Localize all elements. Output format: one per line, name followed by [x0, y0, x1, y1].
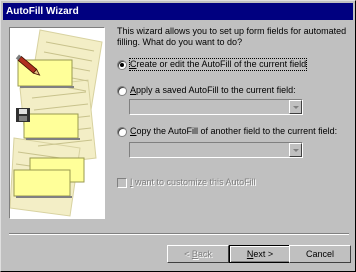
- saved-autofill-dropdown[interactable]: [129, 99, 303, 115]
- note-2: [23, 113, 79, 139]
- intro-text: This wizard allows you to set up form fi…: [117, 26, 347, 47]
- note-4: [13, 169, 71, 197]
- radio-copy-field[interactable]: [117, 127, 127, 137]
- title-bar[interactable]: AutoFill Wizard: [3, 3, 353, 20]
- next-button[interactable]: Next >: [229, 245, 291, 263]
- floppy-disk-icon: [16, 108, 30, 122]
- radio-apply-saved[interactable]: [117, 86, 127, 96]
- option-copy-field-label[interactable]: Copy the AutoFill of another field to th…: [130, 126, 337, 137]
- button-separator: [9, 233, 349, 235]
- dropdown-arrow-button[interactable]: [289, 143, 302, 157]
- cancel-button[interactable]: Cancel: [289, 245, 351, 263]
- window-title: AutoFill Wizard: [6, 6, 79, 17]
- chevron-down-icon: [293, 149, 299, 152]
- radio-create-edit[interactable]: [117, 60, 127, 70]
- autofill-wizard-window: AutoFill Wizard This wizard allows you t…: [0, 0, 356, 272]
- source-field-dropdown[interactable]: [129, 142, 303, 158]
- wizard-illustration: [9, 27, 105, 219]
- option-apply-saved-label[interactable]: Apply a saved AutoFill to the current fi…: [130, 85, 296, 96]
- back-button[interactable]: < Back: [167, 245, 229, 263]
- customize-checkbox-label[interactable]: I want to customize this AutoFill: [130, 177, 256, 188]
- wizard-illustration-art: [10, 29, 103, 217]
- dropdown-arrow-button[interactable]: [289, 100, 302, 114]
- customize-checkbox[interactable]: [117, 178, 127, 188]
- option-create-edit-label[interactable]: Create or edit the AutoFill of the curre…: [128, 58, 308, 71]
- radio-selected-dot: [120, 63, 124, 67]
- chevron-down-icon: [293, 106, 299, 109]
